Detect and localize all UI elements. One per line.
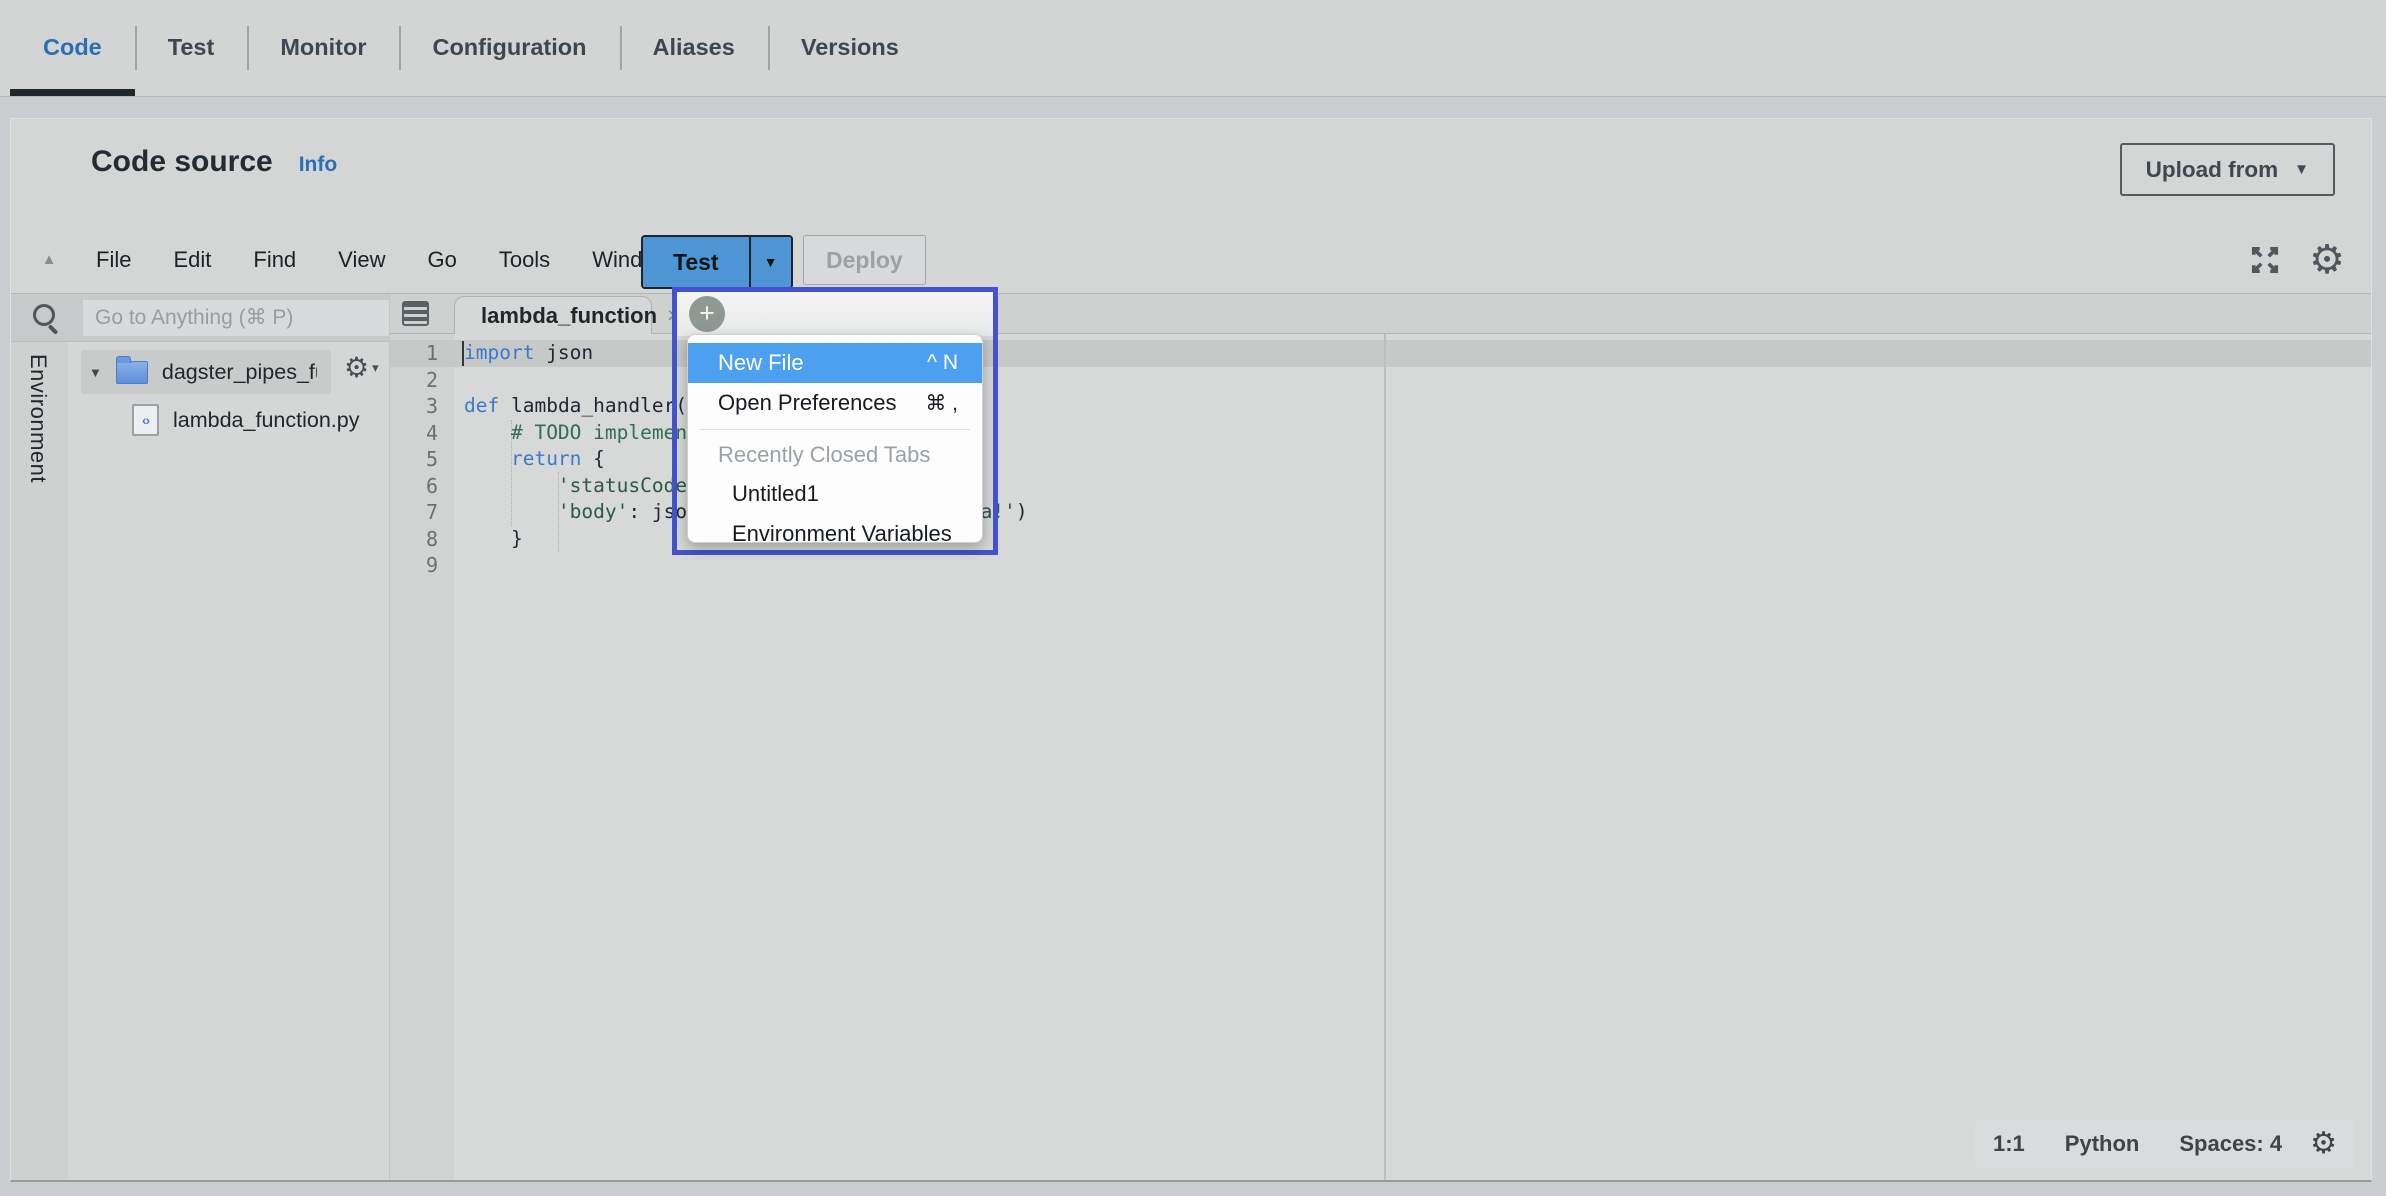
code-source-panel: Code source Info Upload from ▼ ▲ File Ed… [10,118,2372,1182]
menu-find[interactable]: Find [232,247,317,273]
menu-item-untitled1[interactable]: Untitled1 [688,474,982,514]
menubar: File Edit Find View Go Tools Window [75,247,691,273]
upload-from-button[interactable]: Upload from ▼ [2120,143,2335,196]
spaces-setting[interactable]: Spaces: 4 [2179,1131,2282,1157]
status-gear-icon[interactable]: ⚙ [2310,1129,2337,1159]
test-button[interactable]: Test [643,237,749,287]
menu-edit[interactable]: Edit [152,247,232,273]
card-header: Code source Info [91,145,337,179]
tree-row-file[interactable]: ‹› lambda_function.py [132,398,359,442]
menu-separator [700,429,970,430]
toolbar-right-icons: ⚙ [2247,226,2345,294]
cursor-position[interactable]: 1:1 [1993,1131,2025,1157]
test-split-button: Test ▼ [641,235,793,289]
goto-anything-row [11,294,389,342]
tab-versions[interactable]: Versions [768,0,932,96]
tab-configuration[interactable]: Configuration [399,0,619,96]
goto-anything-input[interactable] [83,300,389,336]
tree-settings-button[interactable]: ⚙ ▾ [344,354,379,382]
expander-caret-icon[interactable]: ▼ [89,365,102,380]
deploy-button[interactable]: Deploy [803,235,926,285]
menu-item-label: New File [718,350,804,376]
function-tab-bar: Code Test Monitor Configuration Aliases … [0,0,2386,97]
settings-gear-icon[interactable]: ⚙ [2309,240,2345,280]
tab-monitor[interactable]: Monitor [247,0,399,96]
workspace: Environment ▼ dagster_pipes_funct ⚙ ▾ ‹›… [11,294,2371,1180]
gutter-numbers: 123456789 [390,340,454,579]
dropdown-menu: New File ^ N Open Preferences ⌘ , Recent… [687,334,983,543]
file-label: lambda_function.py [173,408,359,433]
ide-toolbar: ▲ File Edit Find View Go Tools Window Te… [11,226,2371,294]
menu-item-environment-variables[interactable]: Environment Variables [688,514,982,543]
fullscreen-icon[interactable] [2247,242,2283,278]
caret-down-icon: ▾ [372,360,379,376]
upload-from-label: Upload from [2146,157,2279,183]
menu-item-shortcut: ^ N [927,351,958,375]
tab-aliases[interactable]: Aliases [620,0,768,96]
python-file-icon: ‹› [132,404,159,436]
menu-section-header: Recently Closed Tabs [688,436,982,474]
tab-code[interactable]: Code [10,0,135,96]
plus-icon[interactable]: + [689,296,725,332]
lambda-code-editor-screen: Code Test Monitor Configuration Aliases … [0,0,2386,1196]
file-tree: ▼ dagster_pipes_funct ⚙ ▾ ‹› lambda_func… [68,342,389,1180]
test-dropdown-button[interactable]: ▼ [749,237,791,287]
tree-row-folder[interactable]: ▼ dagster_pipes_funct [81,350,331,394]
menu-item-label: Open Preferences [718,390,897,416]
menu-go[interactable]: Go [406,247,477,273]
tab-list-icon[interactable] [402,301,429,326]
menu-view[interactable]: View [317,247,406,273]
editor-tab-lambda-function[interactable]: lambda_function × [454,296,652,334]
caret-down-icon: ▼ [2294,162,2309,177]
page-title: Code source [91,145,273,179]
search-icon [33,304,55,326]
language-mode[interactable]: Python [2065,1131,2140,1157]
folder-label: dagster_pipes_funct [162,360,317,385]
dropdown-tab-strip: + [677,292,993,336]
text-cursor [462,341,464,366]
folder-icon [116,361,148,384]
editor-tab-label: lambda_function [481,303,657,329]
menu-item-shortcut: ⌘ , [925,391,958,416]
gear-icon: ⚙ [344,354,369,382]
info-link[interactable]: Info [299,153,337,177]
menu-item-new-file[interactable]: New File ^ N [688,343,982,383]
menu-file[interactable]: File [75,247,152,273]
editor-status-bar: 1:1 Python Spaces: 4 ⚙ [1975,1120,2355,1168]
environment-label: Environment [25,354,51,483]
environment-side-tab[interactable]: Environment [11,342,68,1180]
new-tab-dropdown: + New File ^ N Open Preferences ⌘ , Rece… [672,287,998,555]
menu-tools[interactable]: Tools [478,247,571,273]
collapse-panel-icon[interactable]: ▲ [37,251,61,268]
tab-test[interactable]: Test [135,0,248,96]
menu-item-open-preferences[interactable]: Open Preferences ⌘ , [688,383,982,423]
